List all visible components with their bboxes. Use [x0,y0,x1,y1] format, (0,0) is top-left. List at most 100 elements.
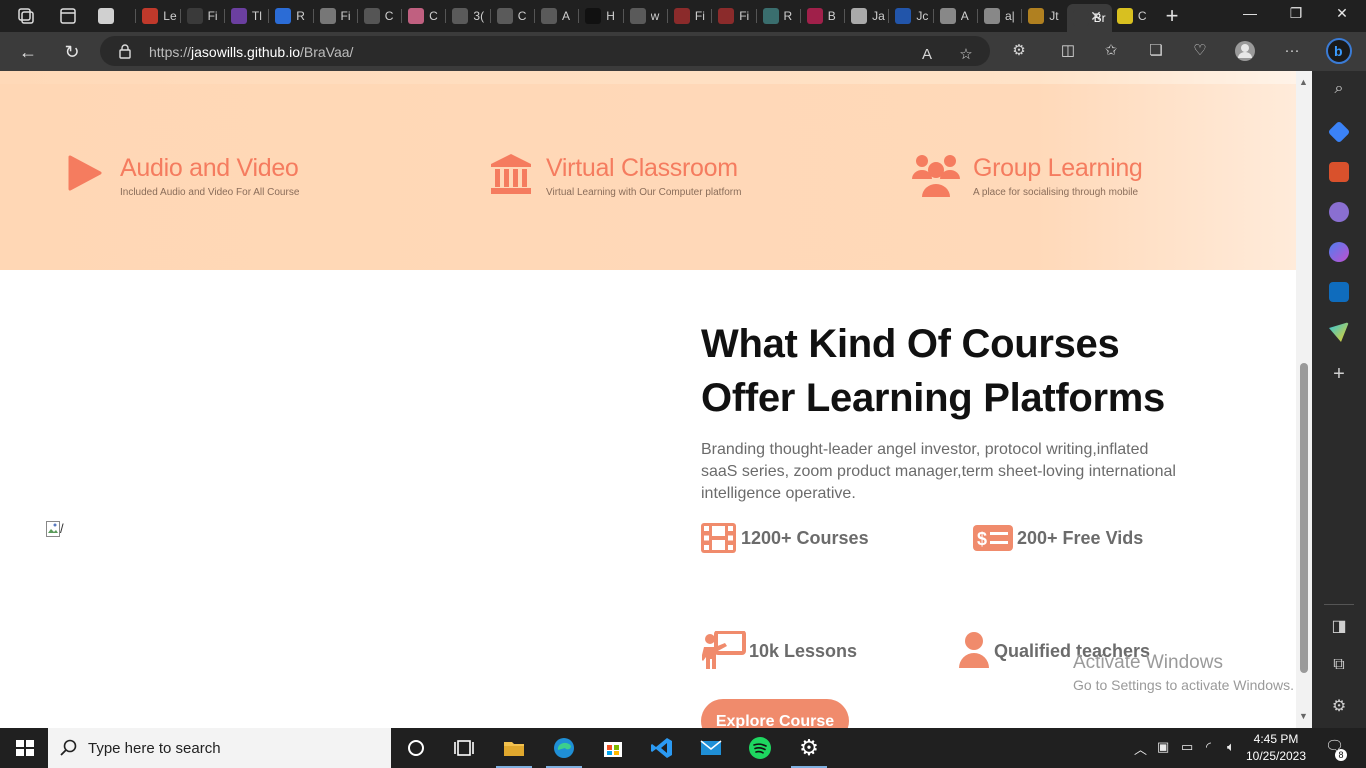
mail-icon[interactable] [699,736,723,760]
file-explorer-icon[interactable] [502,736,526,760]
workspaces-icon[interactable] [16,6,36,26]
tab-actions-icon[interactable] [58,6,78,26]
lock-icon[interactable] [118,43,132,59]
browser-tab[interactable]: Fi [181,4,225,28]
browser-tab[interactable]: Fi [314,4,358,28]
spotify-icon[interactable] [748,736,772,760]
browser-tab[interactable]: R [269,4,313,28]
refresh-button[interactable]: ↻ [60,40,84,64]
browser-tab[interactable]: A [535,4,579,28]
minimize-button[interactable]: — [1238,5,1262,21]
close-tab-icon[interactable]: ✕ [1088,8,1104,25]
sidebar-open-external-icon[interactable]: ⧉ [1327,656,1351,674]
scroll-down-arrow-icon[interactable]: ▼ [1299,711,1308,721]
browser-tab[interactable]: H [579,4,623,28]
sidebar-outlook-icon[interactable] [1329,282,1349,302]
new-tab-button[interactable]: + [1160,3,1184,29]
tab-favicon-icon [939,8,956,24]
sidebar-send-icon[interactable] [1329,322,1349,342]
browser-tab[interactable]: R [757,4,801,28]
svg-text:b: b [1334,43,1343,59]
browser-tab-bar: Le Fi Tl R Fi C C 3(C A Hw Fi Fi R B Ja Jc Aa| Jt Br C ✕ + … [0,0,1366,32]
section-top-edge [0,71,1296,84]
browser-tab[interactable]: w [624,4,668,28]
tab-label: Jc [916,9,929,23]
scroll-up-arrow-icon[interactable]: ▲ [1299,77,1308,87]
taskbar-search-box[interactable]: Type here to search [48,728,391,768]
task-view-icon[interactable] [452,736,476,760]
url-text[interactable]: https://jasowills.github.io/BraVaa/ [149,44,353,60]
back-button[interactable]: ← [16,40,40,64]
sidebar-hide-icon[interactable]: ◨ [1327,616,1351,636]
page-content: Audio and Video Included Audio and Video… [0,71,1296,728]
taskbar-clock[interactable]: 4:45 PM 10/25/2023 [1244,731,1308,765]
browser-tab[interactable]: Jc [889,4,933,28]
more-menu-icon[interactable]: ··· [1281,40,1303,62]
cortana-icon[interactable] [404,736,428,760]
image-alt-text: / [60,521,64,536]
show-hidden-icons-chevron-icon[interactable]: ︿ [1134,739,1147,758]
sidebar-settings-icon[interactable]: ⚙ [1327,696,1351,716]
tray-app-icon[interactable]: ▣ [1157,739,1169,755]
bing-copilot-icon[interactable]: b [1326,38,1352,64]
tab-favicon-icon [673,8,690,24]
browser-tab[interactable]: 3( [446,4,490,28]
browser-tab[interactable]: C [491,4,535,28]
browser-tab[interactable]: Jt [1022,4,1066,28]
browser-tab[interactable]: C [402,4,446,28]
browser-tab[interactable]: Fi [668,4,712,28]
sidebar-shopping-icon[interactable] [1327,120,1351,144]
microsoft-store-icon[interactable] [601,736,625,760]
courses-description: Branding thought-leader angel investor, … [701,441,1176,502]
browser-tab[interactable]: A [934,4,978,28]
tab-favicon-icon [363,8,380,24]
windows-start-icon[interactable] [13,736,37,760]
tab-label: R [783,9,793,23]
browser-tab[interactable]: C [1111,4,1155,28]
settings-gear-icon[interactable]: ⚙ [797,736,821,760]
vscode-icon[interactable] [650,736,674,760]
sidebar-add-icon[interactable]: + [1327,363,1351,386]
sidebar-search-icon[interactable]: ⌕ [1327,80,1351,98]
restore-button[interactable]: ❐ [1284,5,1308,22]
favorite-star-icon[interactable]: ☆ [955,44,977,66]
split-screen-icon[interactable]: ◫ [1057,40,1079,62]
profile-avatar-icon[interactable] [1234,40,1256,62]
sidebar-tools-icon[interactable] [1329,162,1349,182]
battery-icon[interactable]: ▭ [1181,739,1193,755]
extensions-icon[interactable]: ⚙ [1008,40,1030,62]
scrollbar-thumb[interactable] [1300,363,1308,673]
performance-icon[interactable]: ♡ [1189,40,1211,62]
tab-favicon-icon [408,8,425,24]
explore-course-button[interactable]: Explore Course [701,699,849,728]
features-band: Audio and Video Included Audio and Video… [0,84,1296,270]
browser-tab[interactable]: Tl [225,4,269,28]
tab-label: a| [1005,9,1015,23]
favorites-icon[interactable]: ✩ [1100,40,1122,62]
tab-favicon-icon [186,8,203,24]
url-field[interactable]: https://jasowills.github.io/BraVaa/ A ☆ [100,36,990,66]
browser-tab[interactable]: Ja [845,4,889,28]
browser-tab[interactable]: B [801,4,845,28]
sidebar-copilot-icon[interactable] [1329,242,1349,262]
browser-tab[interactable]: a| [978,4,1022,28]
search-icon [60,739,77,756]
browser-tab[interactable]: Fi [712,4,756,28]
tab-label: 3( [473,9,485,23]
tab-favicon-icon [1072,10,1089,26]
close-window-button[interactable]: ✕ [1330,5,1354,22]
read-aloud-icon[interactable]: A [916,44,938,66]
tab-favicon-icon [1028,8,1045,24]
browser-tab[interactable]: Le [136,4,180,28]
tab-favicon-icon [762,8,779,24]
collections-icon[interactable]: ❏ [1145,40,1167,62]
volume-icon[interactable]: 🔈︎ [1227,739,1235,755]
tab-label: w [650,9,660,23]
sidebar-games-icon[interactable] [1329,202,1349,222]
edge-browser-icon[interactable] [552,736,576,760]
browser-tab[interactable] [92,4,136,28]
page-scrollbar[interactable]: ▲ ▼ [1296,71,1312,728]
tab-favicon-icon [496,8,513,24]
browser-tab[interactable]: C [358,4,402,28]
wifi-icon[interactable]: ◜ [1206,739,1211,755]
